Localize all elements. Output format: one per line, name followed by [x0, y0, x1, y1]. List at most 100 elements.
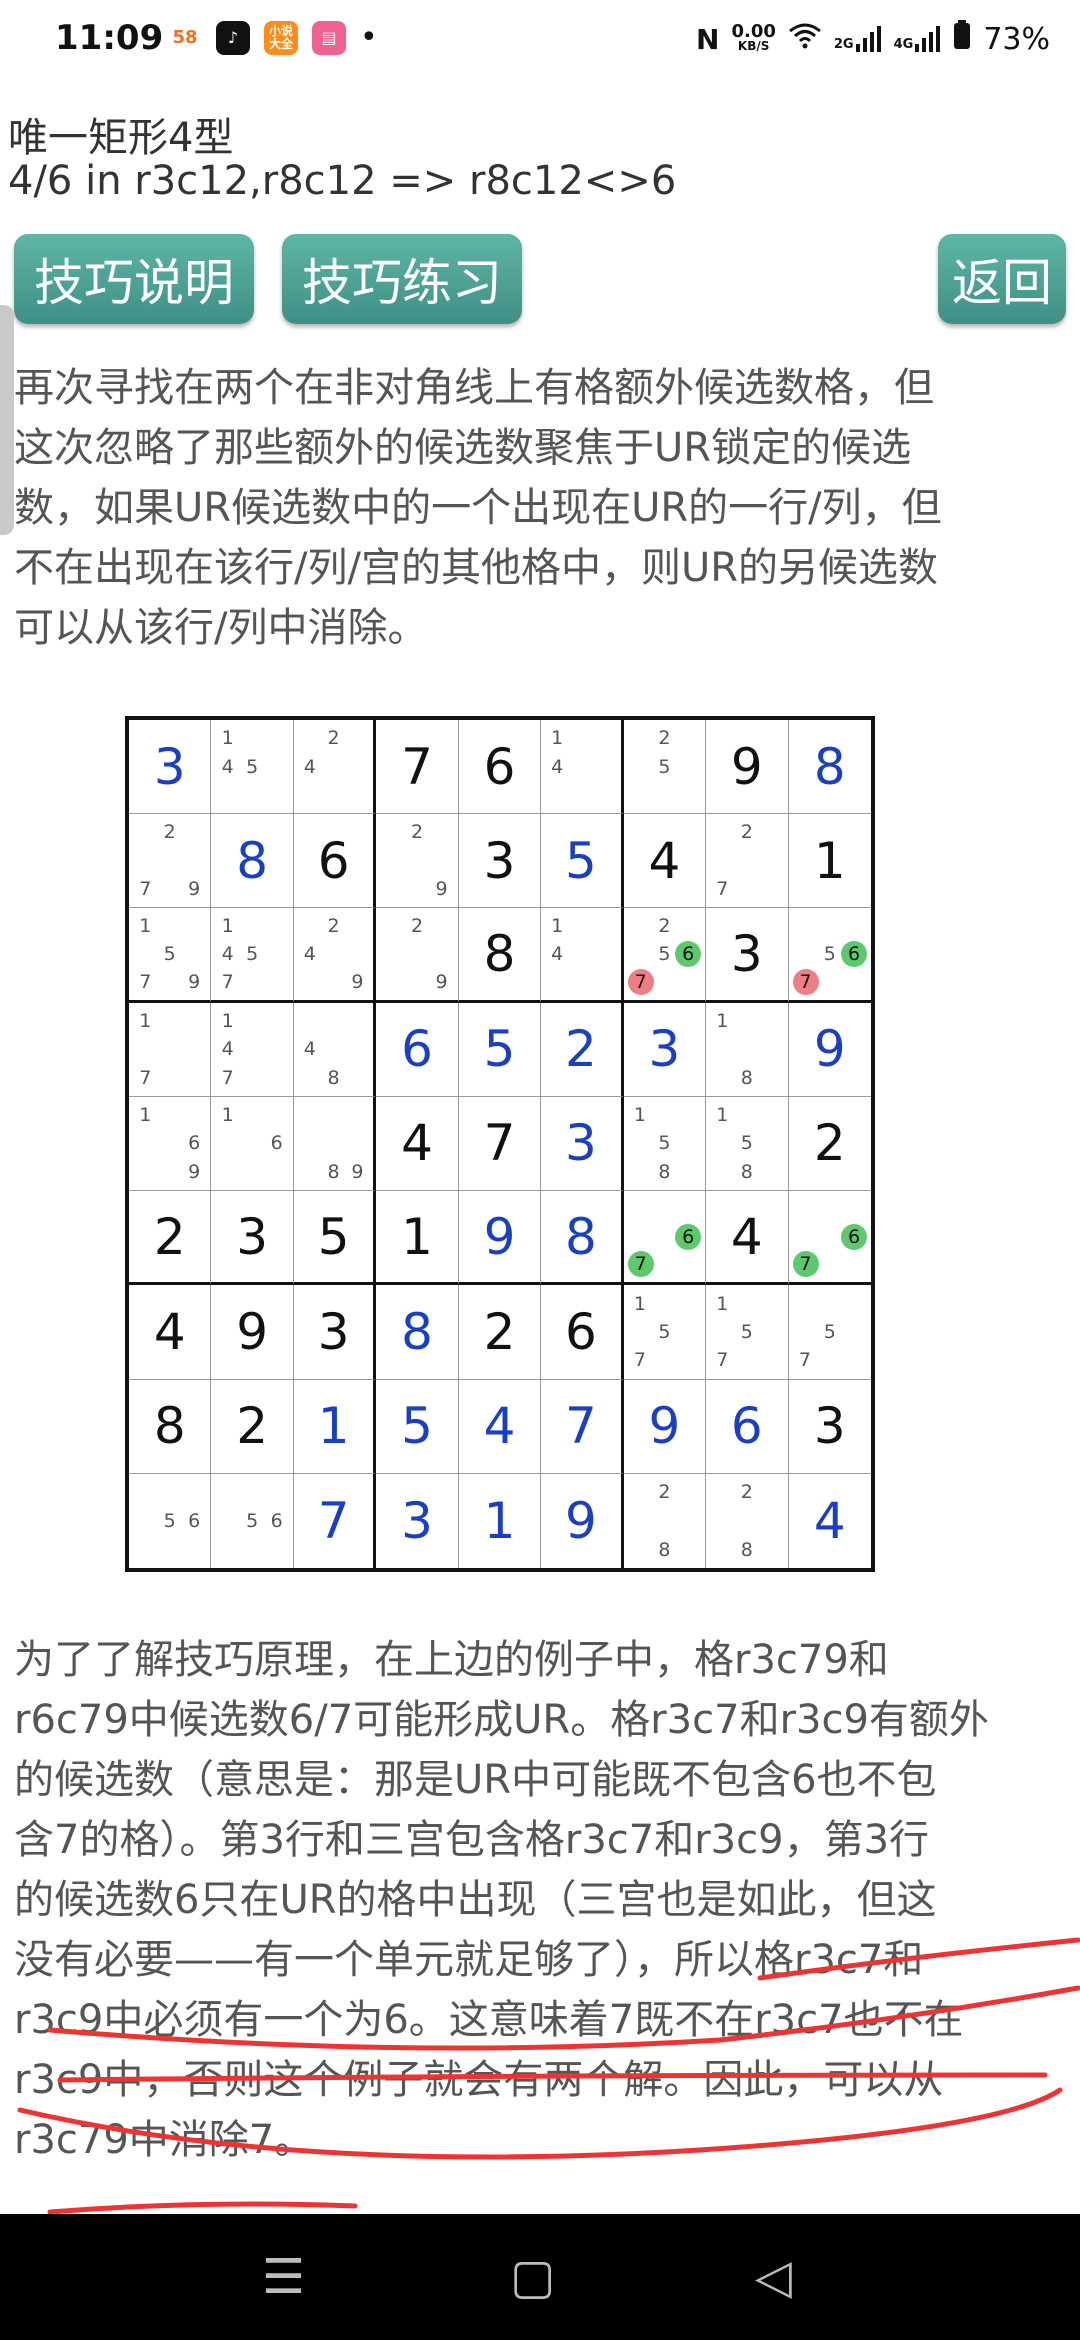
- cell-value: 7: [565, 1397, 597, 1456]
- candidate-9: [264, 781, 288, 809]
- sudoku-cell-r4c2: 1 4 7: [211, 1002, 294, 1097]
- candidate-2: [240, 724, 264, 752]
- candidate-5: 5: [658, 755, 671, 778]
- status-time: 11:09: [55, 18, 164, 58]
- candidate-7: [545, 968, 569, 996]
- cell-value: 6: [483, 737, 516, 796]
- cell-value: 3: [565, 1114, 597, 1173]
- candidate-7: 7: [792, 968, 819, 995]
- cell-value: 7: [401, 737, 433, 796]
- candidate-2: 2: [327, 915, 340, 938]
- candidate-marks: 57: [793, 1289, 867, 1374]
- home-icon[interactable]: ▢: [510, 2249, 555, 2305]
- candidate-9: 9: [188, 1160, 201, 1183]
- sudoku-cell-r8c9: 3: [788, 1380, 871, 1474]
- cell-value: 1: [483, 1491, 516, 1550]
- candidate-5: [322, 940, 346, 968]
- candidate-1: 1: [551, 915, 564, 938]
- candidate-1: 1: [716, 1104, 729, 1127]
- candidate-7: [215, 1158, 239, 1186]
- candidate-1: [133, 1478, 157, 1507]
- side-drawer-handle[interactable]: [0, 305, 14, 535]
- candidate-marks: 29: [380, 912, 453, 995]
- candidate-6: [346, 1035, 370, 1063]
- candidate-8: [157, 968, 181, 996]
- sudoku-cell-r6c5: 9: [458, 1191, 542, 1286]
- candidate-6: [593, 752, 617, 780]
- candidate-9: 9: [351, 1160, 364, 1183]
- candidate-1: [793, 912, 819, 940]
- candidate-5: 5: [246, 943, 259, 966]
- candidate-9: [675, 1251, 701, 1279]
- sudoku-cell-r9c7: 28: [624, 1473, 707, 1568]
- candidate-marks: 15 8: [710, 1101, 783, 1186]
- candidate-8: [157, 1063, 181, 1091]
- sudoku-cell-r3c8: 3: [706, 908, 789, 1003]
- back-button[interactable]: 返回: [938, 234, 1066, 324]
- candidate-5: 5: [246, 755, 259, 778]
- candidate-4: [298, 1129, 322, 1157]
- candidate-8: [240, 1158, 264, 1186]
- candidate-5: [569, 752, 593, 780]
- candidate-8: [735, 1346, 759, 1374]
- technique-explain-button[interactable]: 技巧说明: [14, 234, 254, 324]
- technique-practice-button[interactable]: 技巧练习: [282, 234, 522, 324]
- candidate-5: 5: [740, 1320, 753, 1343]
- candidate-4: [793, 940, 819, 968]
- candidate-6: [842, 1318, 867, 1346]
- cell-value: 8: [401, 1302, 433, 1361]
- candidate-7: 7: [627, 968, 654, 995]
- candidate-1: [628, 1478, 652, 1507]
- candidate-marks: 25: [628, 724, 701, 809]
- sudoku-cell-r4c4: 6: [376, 1002, 459, 1097]
- candidate-marks: 16: [215, 1101, 288, 1186]
- sudoku-cell-r4c6: 2: [541, 1002, 624, 1097]
- sudoku-cell-r4c7: 3: [623, 1002, 707, 1097]
- sudoku-cell-r7c6: 6: [541, 1285, 624, 1380]
- candidate-6: [264, 752, 288, 780]
- candidate-6: 6: [270, 1509, 283, 1532]
- sudoku-cell-r9c4: 3: [376, 1473, 459, 1568]
- sudoku-cell-r1c5: 6: [458, 720, 542, 815]
- candidate-6: [264, 1035, 288, 1063]
- sudoku-cell-r9c2: 56: [211, 1473, 294, 1568]
- candidate-marks: 14: [545, 724, 616, 809]
- sudoku-cell-r4c3: 48: [293, 1002, 377, 1097]
- menu-icon[interactable]: ☰: [262, 2249, 305, 2305]
- candidate-6: 6: [188, 1509, 201, 1532]
- candidate-marks: 2 567: [627, 912, 702, 995]
- sudoku-cell-r8c3: 1: [293, 1379, 377, 1474]
- candidate-9: [346, 1063, 370, 1091]
- sudoku-cell-r3c5: 8: [458, 908, 542, 1003]
- candidate-7: [133, 1535, 157, 1564]
- candidate-3: [759, 1289, 783, 1317]
- nfc-icon: N: [696, 22, 720, 56]
- sudoku-cell-r9c8: 28: [706, 1473, 789, 1568]
- candidate-5: [322, 1035, 346, 1063]
- sudoku-cell-r7c4: 8: [376, 1285, 459, 1380]
- more-notifications-dot: •: [360, 20, 378, 55]
- cell-value: 6: [401, 1020, 433, 1079]
- candidate-4: [628, 1318, 652, 1346]
- candidate-8: [569, 968, 593, 996]
- candidate-2: [322, 1007, 346, 1035]
- candidate-4: [710, 1129, 734, 1157]
- cell-value: 3: [401, 1491, 433, 1550]
- sudoku-cell-r3c4: 29: [376, 908, 459, 1003]
- candidate-7: [298, 781, 322, 809]
- candidate-4: 4: [303, 755, 316, 778]
- status-bar: 11:09 58 ♪ 小说大全 ▤ • N 0.00 KB/S 2G 4G 73…: [0, 0, 1080, 80]
- candidate-5: [405, 940, 429, 968]
- candidate-3: [593, 724, 617, 752]
- back-nav-icon[interactable]: ◁: [755, 2249, 792, 2305]
- candidate-8: [735, 875, 759, 903]
- candidate-7: 7: [798, 1349, 811, 1372]
- cell-value: 4: [153, 1302, 186, 1361]
- sudoku-cell-r3c6: 14: [541, 908, 624, 1003]
- candidate-5: [652, 1507, 676, 1536]
- candidate-6: 6: [840, 941, 867, 968]
- cell-value: 9: [236, 1302, 269, 1361]
- sudoku-cell-r6c3: 5: [293, 1191, 377, 1286]
- candidate-9: [677, 1346, 701, 1374]
- candidate-7: [380, 968, 404, 996]
